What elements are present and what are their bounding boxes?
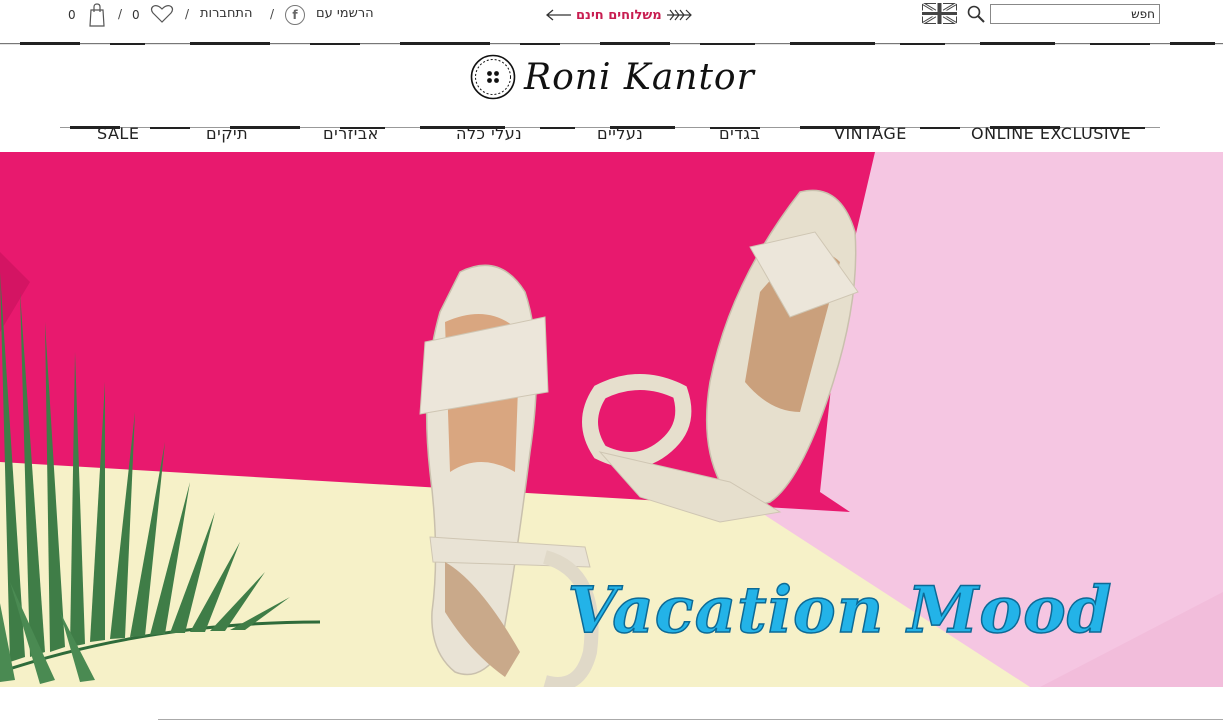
- nav-item-bags[interactable]: תיקים: [206, 124, 248, 143]
- nav-item-sale[interactable]: SALE: [97, 124, 139, 143]
- content-divider: [158, 719, 1223, 720]
- arrow-feather-icon: [666, 6, 692, 25]
- facebook-icon[interactable]: f: [285, 5, 305, 25]
- logo-wordmark: Roni Kantor: [524, 56, 755, 98]
- nav-item-clothing[interactable]: בגדים: [719, 124, 760, 143]
- signup-link[interactable]: הרשמי עם: [316, 6, 374, 21]
- nav-item-bridal-shoes[interactable]: נעלי כלה: [456, 124, 522, 143]
- cart-button[interactable]: 0: [68, 3, 106, 27]
- separator: /: [185, 7, 190, 21]
- brand-logo[interactable]: Roni Kantor: [470, 52, 755, 102]
- main-nav: ONLINE EXCLUSIVE VINTAGE בגדים נעליים נע…: [0, 120, 1223, 148]
- login-link[interactable]: התחברות: [200, 6, 252, 21]
- search-input[interactable]: [990, 4, 1160, 24]
- nav-item-accessories[interactable]: אביזרים: [323, 124, 379, 143]
- wishlist-count: 0: [132, 8, 140, 22]
- nav-item-online-exclusive[interactable]: ONLINE EXCLUSIVE: [971, 124, 1131, 143]
- cart-count: 0: [68, 8, 76, 22]
- wishlist-button[interactable]: 0: [132, 3, 174, 27]
- nav-item-shoes[interactable]: נעליים: [597, 124, 643, 143]
- top-bar: 0 / 0 / התחברות / f הרשמי עם משלוחים חינ…: [0, 0, 1223, 30]
- free-shipping-banner[interactable]: משלוחים חינם: [545, 4, 692, 26]
- separator: /: [118, 7, 123, 21]
- hero-image: Vacation Mood: [0, 152, 1223, 687]
- separator: /: [270, 7, 275, 21]
- shopping-bag-icon: [88, 3, 106, 27]
- uk-flag-icon[interactable]: [921, 1, 958, 26]
- decorative-strip: [0, 32, 1223, 45]
- search-icon[interactable]: [966, 4, 986, 24]
- hero-headline: Vacation Mood: [567, 573, 1112, 648]
- hero-banner[interactable]: Vacation Mood: [0, 152, 1223, 687]
- nav-item-vintage[interactable]: VINTAGE: [834, 124, 907, 143]
- free-shipping-text: משלוחים חינם: [576, 7, 662, 23]
- heart-icon: [150, 4, 174, 27]
- arrow-left-icon: [545, 6, 572, 25]
- button-logo-icon: [470, 54, 516, 100]
